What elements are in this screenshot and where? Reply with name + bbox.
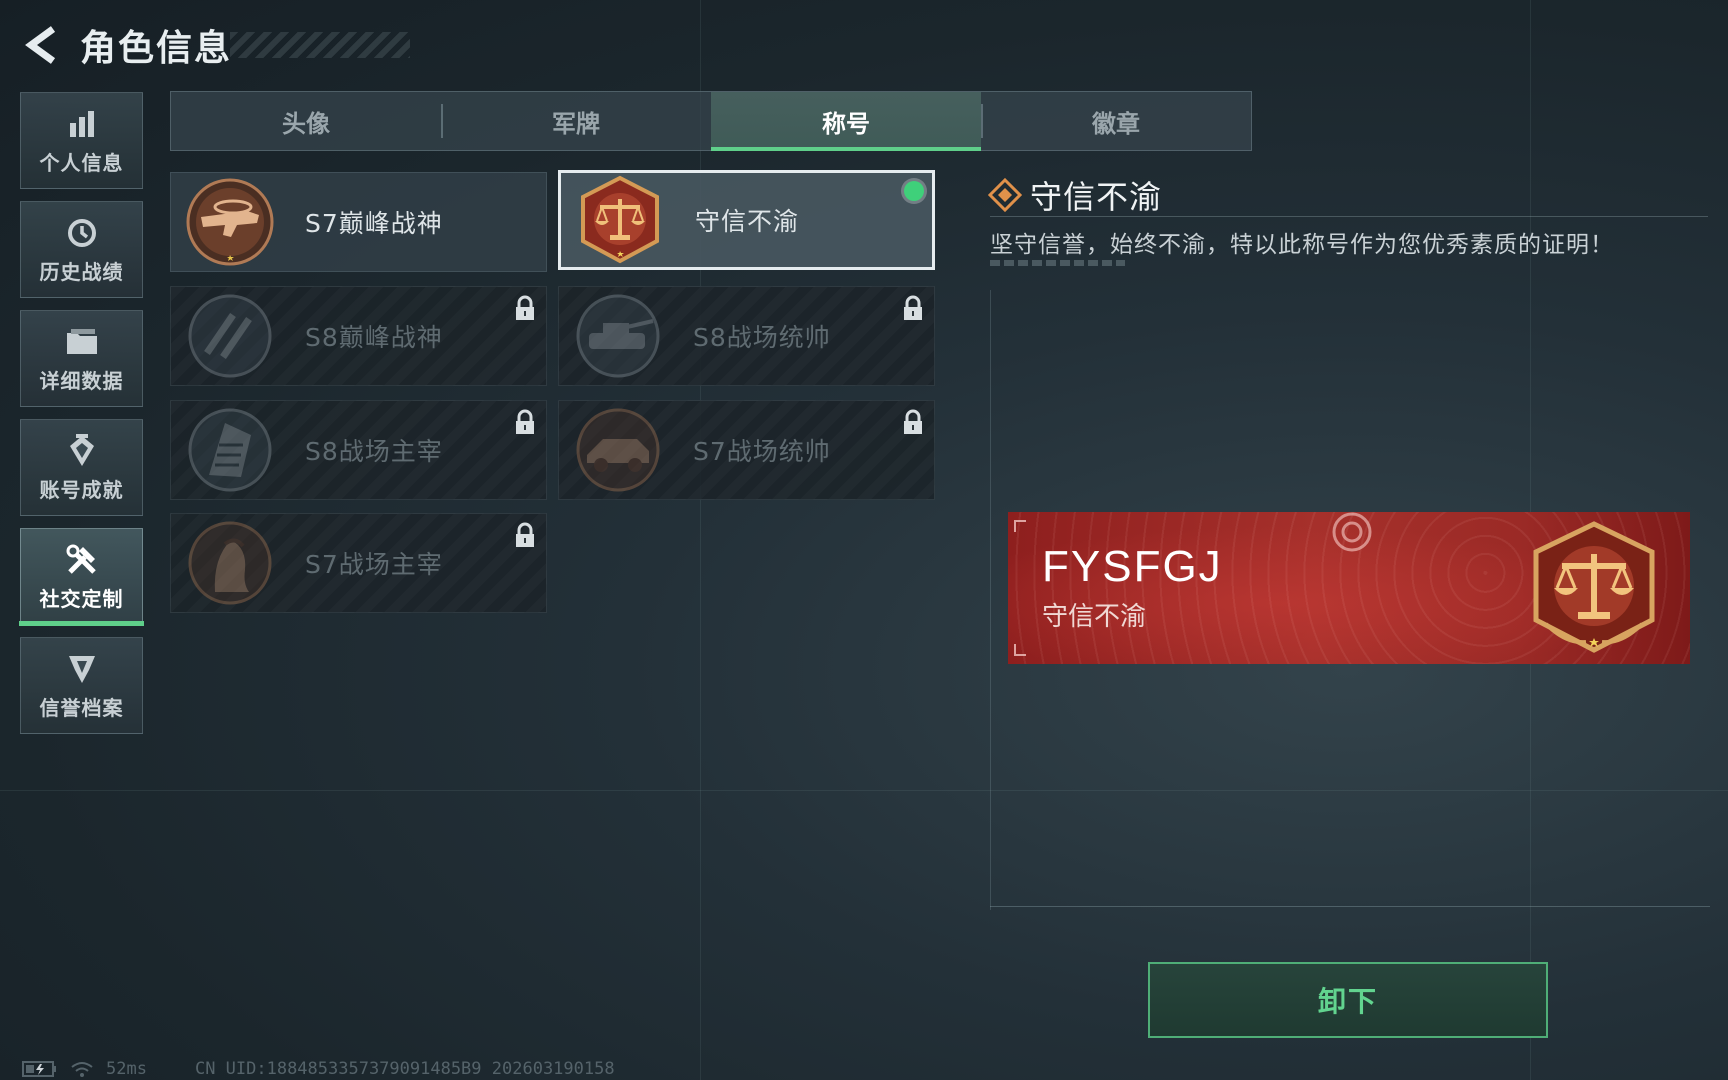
vehicle-emblem-icon xyxy=(576,408,660,492)
category-tabs: 头像 军牌 称号 徽章 xyxy=(170,91,1252,151)
sidebar-item-label: 历史战绩 xyxy=(39,260,124,284)
frame-corner xyxy=(1014,520,1026,532)
title-card-s8-field-ruler[interactable]: S8战场主宰 xyxy=(170,400,547,500)
folder-icon xyxy=(65,323,99,361)
detail-header: 守信不渝 xyxy=(988,172,1162,218)
frame-corner xyxy=(1014,644,1026,656)
sidebar-item-social-custom[interactable]: 社交定制 xyxy=(19,528,144,626)
detail-title: 守信不渝 xyxy=(1030,178,1163,216)
title-name: S8巅峰战神 xyxy=(305,323,443,352)
user-uid: CN UID:1884853357379091485B9 20260319015… xyxy=(194,1059,615,1079)
tab-title[interactable]: 称号 xyxy=(711,92,981,151)
title-card-s8-peak-god[interactable]: S8巅峰战神 xyxy=(170,286,547,386)
title-decoration xyxy=(230,32,410,58)
nameplate-player-name: FYSFGJ xyxy=(1042,542,1223,591)
history-icon xyxy=(66,214,98,252)
tab-avatar[interactable]: 头像 xyxy=(171,92,441,150)
title-card-trustworthy[interactable]: 守信不渝 xyxy=(558,170,935,270)
achievement-icon xyxy=(66,432,98,470)
unequip-label: 卸下 xyxy=(1317,985,1378,1018)
sidebar-item-history[interactable]: 历史战绩 xyxy=(20,201,143,298)
sidebar-item-credit-record[interactable]: 信誉档案 xyxy=(20,637,143,734)
wifi-icon xyxy=(71,1062,93,1077)
grid-line xyxy=(700,0,701,1080)
target-icon xyxy=(1332,512,1372,552)
page-title: 角色信息 xyxy=(80,28,233,69)
diamond-icon xyxy=(988,178,1022,212)
decoration-dots xyxy=(990,260,1125,266)
lock-icon xyxy=(904,295,922,320)
sidebar-item-personal-info[interactable]: 个人信息 xyxy=(20,92,143,189)
sidebar-item-achievements[interactable]: 账号成就 xyxy=(20,419,143,516)
sidebar-item-label: 账号成就 xyxy=(39,478,124,502)
title-card-s8-field-marshal[interactable]: S8战场统帅 xyxy=(558,286,935,386)
unequip-button[interactable]: 卸下 xyxy=(1148,962,1548,1038)
tab-dog-tag[interactable]: 军牌 xyxy=(441,92,711,150)
title-name: S7战场统帅 xyxy=(693,437,831,466)
title-name: S8战场统帅 xyxy=(693,323,831,352)
header: 角色信息 xyxy=(20,20,232,70)
ping-value: 52ms xyxy=(106,1059,147,1079)
detail-description: 坚守信誉，始终不渝，特以此称号作为您优秀素质的证明！ xyxy=(990,232,1614,258)
tab-badge[interactable]: 徽章 xyxy=(981,92,1251,150)
sidebar-item-label: 详细数据 xyxy=(39,369,124,393)
building-emblem-icon xyxy=(188,408,272,492)
sidebar-item-detailed-data[interactable]: 详细数据 xyxy=(20,310,143,407)
title-name: S7巅峰战神 xyxy=(305,209,443,238)
nameplate-title: 守信不渝 xyxy=(1042,602,1147,632)
title-name: S7战场主宰 xyxy=(305,550,443,579)
gun-emblem-icon xyxy=(186,178,274,266)
title-name: 守信不渝 xyxy=(695,207,800,236)
scales-emblem-icon xyxy=(1533,521,1655,653)
sidebar-item-label: 社交定制 xyxy=(39,587,124,611)
lock-icon xyxy=(904,409,922,434)
sidebar: 个人信息 历史战绩 详细数据 账号成就 社交定制 信誉档案 xyxy=(19,92,144,746)
tools-icon xyxy=(65,541,99,579)
equipped-indicator xyxy=(904,181,924,201)
sidebar-item-label: 信誉档案 xyxy=(39,696,124,720)
back-button[interactable] xyxy=(20,23,64,67)
title-card-s7-field-marshal[interactable]: S7战场统帅 xyxy=(558,400,935,500)
sidebar-item-label: 个人信息 xyxy=(39,151,124,175)
divider xyxy=(990,906,1710,907)
divider xyxy=(990,216,1708,217)
nameplate-preview: FYSFGJ 守信不渝 xyxy=(1008,512,1690,664)
bar-chart-icon xyxy=(67,105,97,143)
title-name: S8战场主宰 xyxy=(305,437,443,466)
status-bar: 52ms CN UID:1884853357379091485B9 202603… xyxy=(22,1058,615,1080)
credit-icon xyxy=(66,650,98,688)
lock-icon xyxy=(516,295,534,320)
soldier-emblem-icon xyxy=(188,521,272,605)
scales-emblem-icon xyxy=(581,175,659,264)
lock-icon xyxy=(516,522,534,547)
title-card-s7-field-ruler[interactable]: S7战场主宰 xyxy=(170,513,547,613)
stripes-emblem-icon xyxy=(188,294,272,378)
title-card-s7-peak-god[interactable]: S7巅峰战神 xyxy=(170,172,547,272)
battery-icon xyxy=(22,1061,56,1077)
lock-icon xyxy=(516,409,534,434)
back-arrow-icon xyxy=(25,26,56,64)
tank-emblem-icon xyxy=(576,294,660,378)
